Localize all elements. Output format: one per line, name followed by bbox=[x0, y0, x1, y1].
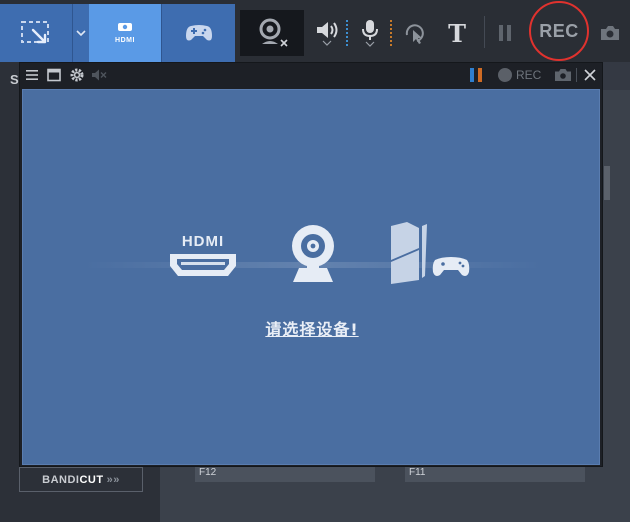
microphone-icon bbox=[362, 20, 378, 40]
bandicut-arrows: »» bbox=[106, 473, 120, 486]
cursor-effect-button[interactable] bbox=[400, 4, 430, 62]
sidebar-letter: S bbox=[10, 72, 19, 87]
bandicut-label-part2: CUT bbox=[79, 473, 104, 486]
hotkey-card-f11[interactable]: F11 bbox=[405, 466, 585, 482]
hotkey-label: F12 bbox=[199, 467, 217, 478]
bandicut-label-part1: BANDI bbox=[42, 473, 80, 486]
pause-icon bbox=[499, 25, 511, 41]
screenshot-button[interactable] bbox=[594, 4, 626, 62]
hdmi-logo-text: HDMI bbox=[182, 233, 224, 250]
microphone-button[interactable] bbox=[356, 4, 384, 62]
microphone-level-meter bbox=[390, 20, 392, 46]
record-highlight-circle: REC bbox=[529, 1, 589, 61]
chevron-down-icon bbox=[76, 30, 86, 37]
device-preview-area: HDMI 请选择设备! bbox=[22, 89, 600, 465]
camera-icon[interactable] bbox=[554, 67, 572, 83]
speaker-icon bbox=[317, 22, 338, 38]
speaker-level-meter bbox=[346, 20, 348, 46]
camera-icon bbox=[601, 26, 619, 40]
gamepad-icon bbox=[185, 25, 212, 41]
pause-button[interactable] bbox=[490, 4, 520, 62]
select-device-link[interactable]: 请选择设备! bbox=[23, 316, 601, 340]
hdmi-device-icon[interactable]: HDMI bbox=[168, 232, 238, 280]
record-label: REC bbox=[539, 20, 579, 41]
gear-icon[interactable] bbox=[68, 66, 86, 84]
window-size-icon[interactable] bbox=[46, 67, 62, 83]
cursor-click-icon bbox=[405, 24, 424, 44]
menu-icon[interactable] bbox=[24, 67, 40, 83]
text-icon: T bbox=[448, 18, 466, 48]
hdmi-small-icon bbox=[118, 23, 132, 31]
bandicam-app: S F12 F11 BANDI CUT»» HDMI T REC REC HDM… bbox=[0, 0, 630, 522]
speaker-button[interactable] bbox=[312, 4, 342, 62]
bandicut-button[interactable]: BANDI CUT»» bbox=[19, 467, 143, 492]
chevron-down-icon bbox=[322, 40, 332, 46]
scrollbar-thumb[interactable] bbox=[604, 166, 610, 200]
webcam-off-icon bbox=[259, 18, 288, 47]
device-mode-label: HDMI bbox=[115, 37, 135, 44]
screen-mode-button[interactable] bbox=[0, 4, 72, 62]
record-dot-icon[interactable] bbox=[498, 68, 512, 82]
hotkey-label: F11 bbox=[409, 467, 426, 478]
record-button[interactable]: REC bbox=[528, 0, 590, 62]
titlebar-divider bbox=[576, 68, 577, 82]
main-toolbar: HDMI T REC bbox=[0, 0, 630, 62]
close-icon[interactable] bbox=[582, 67, 598, 83]
recording-window-titlebar[interactable]: REC bbox=[20, 63, 602, 87]
speaker-muted-icon[interactable] bbox=[90, 67, 108, 83]
screen-region-icon bbox=[21, 21, 49, 44]
chevron-down-icon bbox=[365, 41, 375, 47]
webcam-device-icon[interactable] bbox=[285, 222, 341, 286]
game-console-icon[interactable] bbox=[389, 220, 471, 286]
text-overlay-button[interactable]: T bbox=[440, 4, 474, 62]
audio-level-meter-1 bbox=[470, 68, 474, 82]
device-mode-button[interactable]: HDMI bbox=[89, 4, 161, 62]
hotkey-card-f12[interactable]: F12 bbox=[195, 466, 375, 482]
game-mode-button[interactable] bbox=[161, 4, 235, 62]
device-recording-window: REC HDMI 请选择设备! bbox=[19, 62, 603, 467]
audio-level-meter-2 bbox=[478, 68, 482, 82]
window-record-label[interactable]: REC bbox=[516, 68, 541, 82]
mode-dropdown-button[interactable] bbox=[72, 4, 89, 62]
toolbar-divider bbox=[484, 16, 485, 48]
webcam-overlay-button[interactable] bbox=[240, 10, 304, 56]
